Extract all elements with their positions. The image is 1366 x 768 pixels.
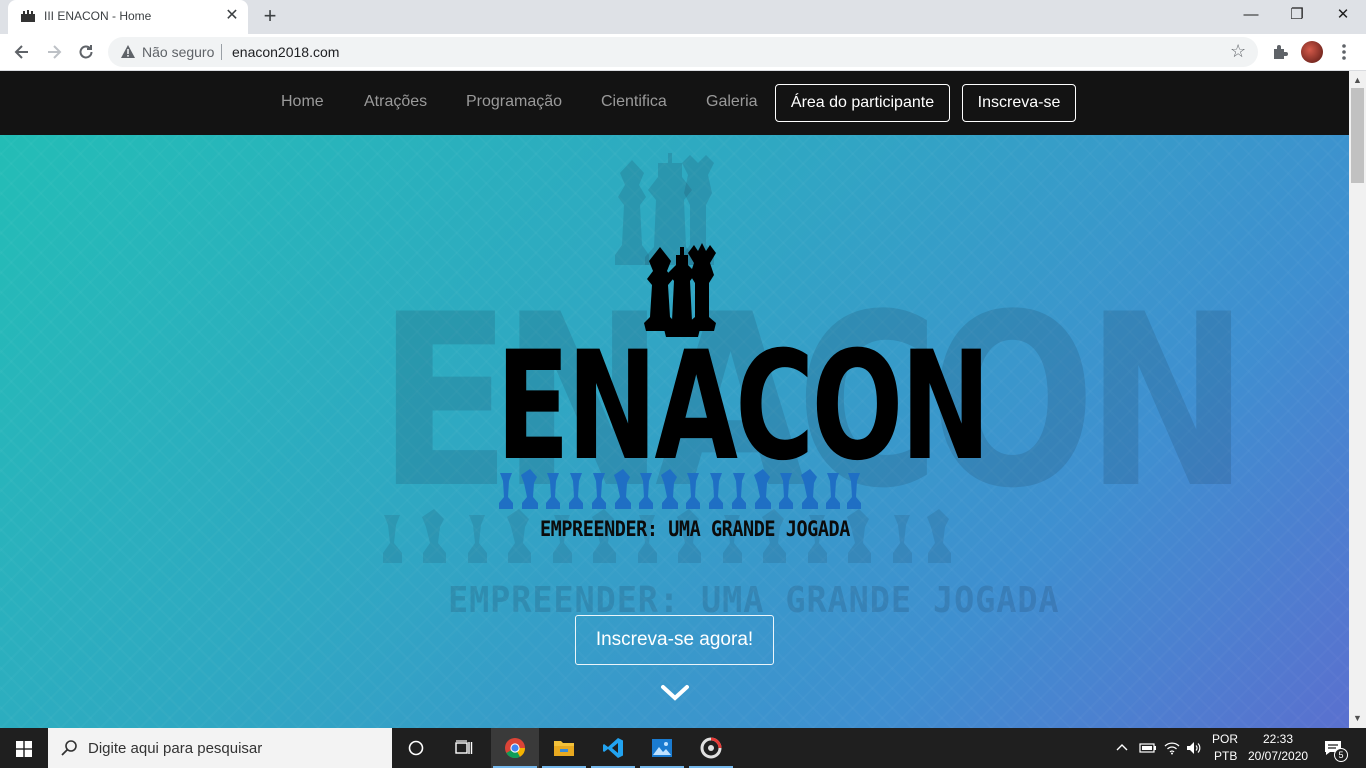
logo-tagline: EMPREENDER: UMA GRANDE JOGADA: [540, 517, 850, 541]
battery-icon: [1139, 743, 1156, 753]
nav-link-atracoes[interactable]: Atrações: [364, 93, 427, 111]
chrome-icon: [505, 738, 526, 759]
signup-now-button[interactable]: Inscreva-se agora!: [575, 615, 774, 665]
taskbar-chrome[interactable]: [491, 728, 539, 768]
signup-button[interactable]: Inscreva-se: [962, 84, 1076, 122]
participant-area-button[interactable]: Área do participante: [775, 84, 950, 122]
scroll-up-arrow-icon[interactable]: ▲: [1353, 75, 1362, 85]
speaker-icon: [1187, 742, 1201, 754]
tab-close-icon[interactable]: ✕: [224, 8, 240, 24]
task-view-button[interactable]: [440, 728, 488, 768]
browser-tab[interactable]: III ENACON - Home ✕: [8, 0, 248, 34]
forward-arrow-icon[interactable]: [44, 42, 64, 62]
reload-icon[interactable]: [76, 42, 96, 62]
site-favicon-icon: [21, 10, 35, 22]
nav-link-home[interactable]: Home: [281, 93, 324, 111]
minimize-button[interactable]: —: [1228, 0, 1274, 30]
address-separator: [221, 44, 222, 60]
cortana-button[interactable]: [392, 728, 440, 768]
back-arrow-icon[interactable]: [12, 42, 32, 62]
nav-link-galeria[interactable]: Galeria: [706, 93, 758, 111]
cortana-circle-icon: [408, 740, 424, 756]
security-label[interactable]: Não seguro: [142, 44, 214, 60]
clock-date: 20/07/2020: [1248, 749, 1309, 763]
url-text[interactable]: enacon2018.com: [232, 44, 339, 60]
page-scrollbar[interactable]: ▲ ▼: [1349, 71, 1366, 728]
taskbar-search-box[interactable]: Digite aqui para pesquisar: [48, 728, 392, 768]
show-hidden-icons-button[interactable]: [1114, 728, 1130, 768]
site-navbar: Home Atrações Programação Cientifica Gal…: [0, 71, 1349, 135]
folder-icon: [554, 741, 574, 756]
taskbar-photos[interactable]: [638, 728, 686, 768]
bookmark-star-icon[interactable]: ☆: [1230, 41, 1246, 62]
action-center-button[interactable]: 5: [1318, 728, 1358, 768]
logo-word: ENACON: [496, 320, 991, 494]
start-button[interactable]: [0, 728, 48, 768]
nav-link-cientifica[interactable]: Cientifica: [601, 93, 667, 111]
vscode-icon: [603, 738, 623, 758]
scrollbar-thumb[interactable]: [1351, 88, 1364, 183]
chevron-up-icon: [1116, 744, 1128, 751]
clock-button[interactable]: 22:33 20/07/2020: [1244, 728, 1310, 768]
close-window-button[interactable]: ✕: [1320, 0, 1366, 30]
tab-strip: III ENACON - Home ✕ + — ❐ ✕: [0, 0, 1366, 34]
taskbar-recorder[interactable]: [687, 728, 735, 768]
notification-count-badge: 5: [1334, 748, 1348, 762]
nav-link-programacao[interactable]: Programação: [466, 93, 562, 111]
web-page: Home Atrações Programação Cientifica Gal…: [0, 71, 1349, 728]
pawn-row-icon: [499, 469, 861, 509]
profile-avatar[interactable]: [1301, 41, 1323, 63]
clock-time: 22:33: [1263, 732, 1294, 746]
taskbar-vscode[interactable]: [589, 728, 637, 768]
keyboard-layout: PTB: [1214, 749, 1238, 763]
task-view-icon: [455, 740, 473, 754]
scroll-down-arrow-icon[interactable]: ▼: [1353, 713, 1362, 723]
taskbar-file-explorer[interactable]: [540, 728, 588, 768]
maximize-button[interactable]: ❐: [1274, 0, 1320, 30]
battery-tray[interactable]: [1138, 728, 1158, 768]
scroll-down-chevron-icon[interactable]: [659, 683, 691, 703]
address-bar[interactable]: Não seguro enacon2018.com ☆: [108, 37, 1258, 67]
menu-kebab-icon[interactable]: [1334, 42, 1354, 62]
wifi-icon: [1164, 742, 1180, 755]
input-language-button[interactable]: POR PTB: [1208, 728, 1240, 768]
search-icon: [61, 740, 77, 756]
new-tab-button[interactable]: +: [258, 5, 282, 29]
language-code: POR: [1212, 732, 1239, 746]
hero-section: ENACON EMPREENDER: UMA GRANDE JOGADA ENA…: [0, 135, 1349, 728]
warning-icon[interactable]: [120, 44, 136, 60]
extensions-puzzle-icon[interactable]: [1270, 42, 1290, 62]
volume-tray[interactable]: [1184, 728, 1204, 768]
network-tray[interactable]: [1162, 728, 1182, 768]
tab-title: III ENACON - Home: [44, 9, 152, 23]
record-app-icon: [700, 737, 722, 759]
windows-logo-icon: [16, 741, 32, 757]
photos-icon: [652, 739, 672, 757]
windows-taskbar: Digite aqui para pesquisar POR PTB 22:33…: [0, 728, 1366, 768]
search-placeholder: Digite aqui para pesquisar: [88, 740, 263, 757]
browser-toolbar: Não seguro enacon2018.com ☆: [0, 34, 1366, 71]
